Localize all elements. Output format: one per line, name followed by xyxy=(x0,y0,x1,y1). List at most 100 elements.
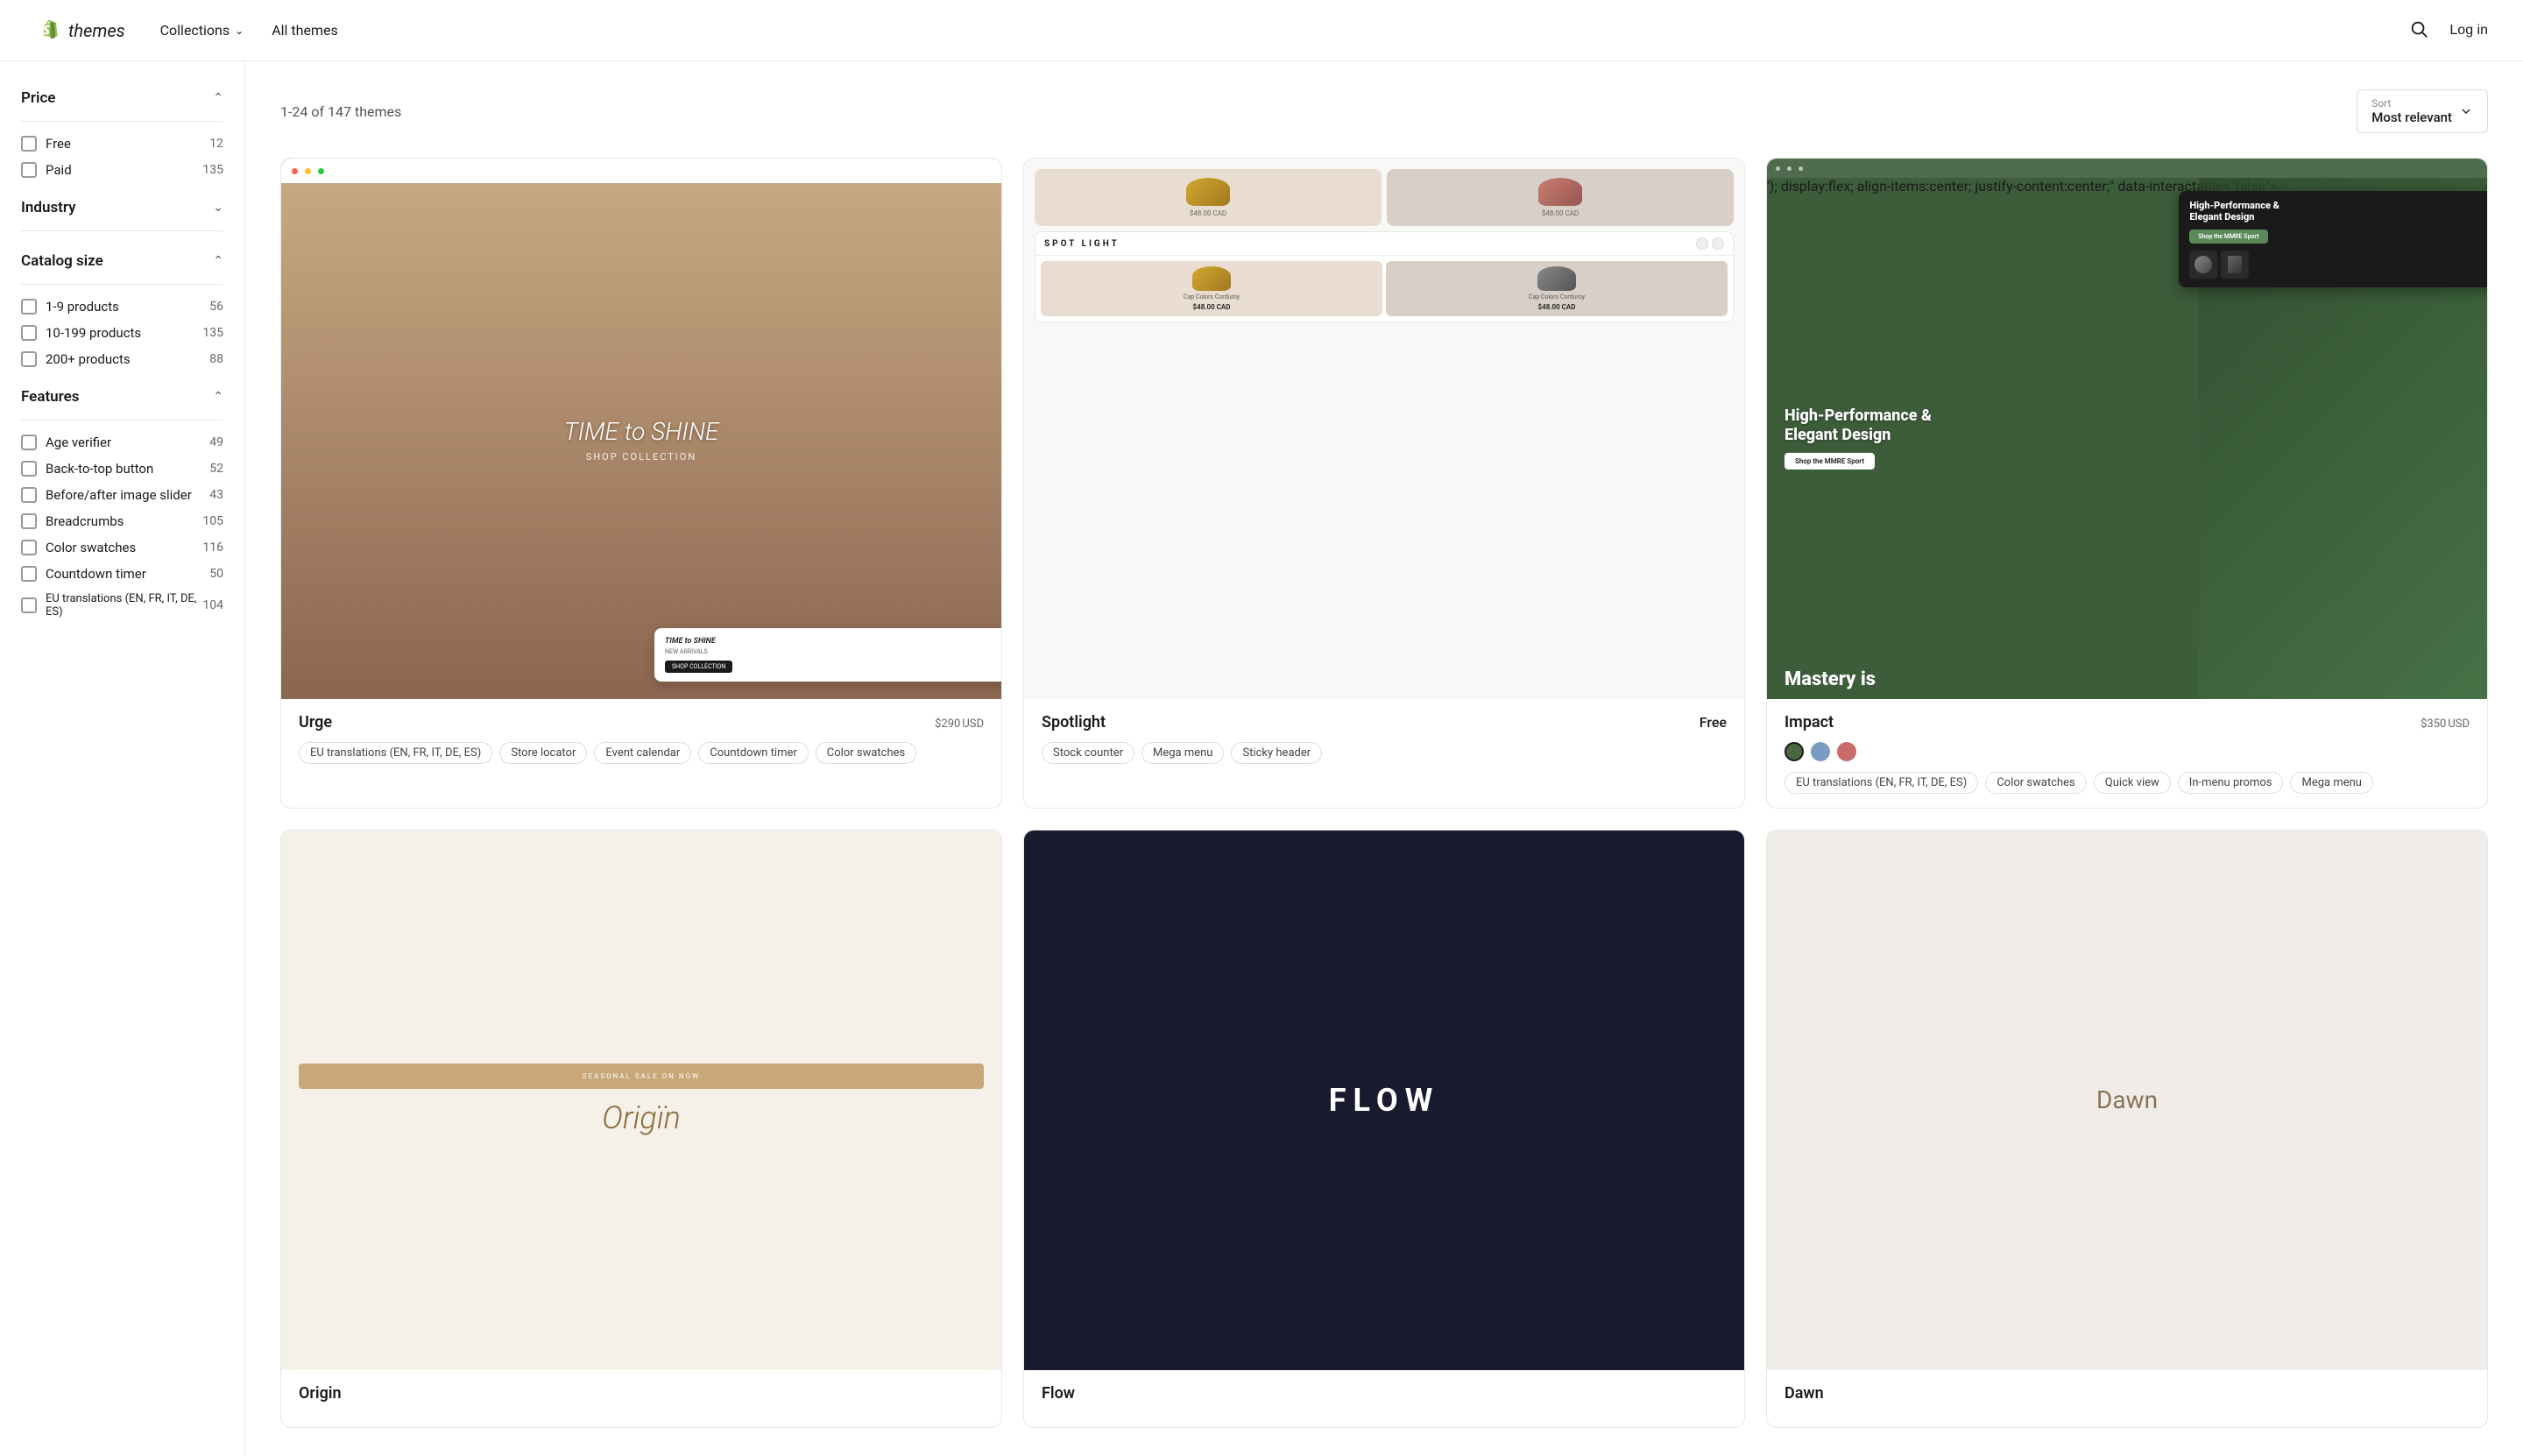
tag-event-calendar: Event calendar xyxy=(594,742,691,764)
origin-info: Origin xyxy=(281,1370,1001,1427)
theme-card-flow[interactable]: FLOW Flow xyxy=(1023,830,1745,1429)
header-actions: Log in xyxy=(2409,19,2488,41)
theme-card-spotlight[interactable]: $48.00 CAD $48.00 CAD SPOT LIGHT xyxy=(1023,158,1745,809)
themes-grid: TIME to SHINE SHOP COLLECTION TIME to SH… xyxy=(280,158,2488,1428)
urge-preview: TIME to SHINE SHOP COLLECTION TIME to SH… xyxy=(281,159,1001,699)
10-199-products-option: 10-199 products 135 xyxy=(21,325,223,341)
impact-nav-dot-2 xyxy=(1787,166,1792,171)
tag-mega-menu: Mega menu xyxy=(1141,742,1224,764)
origin-preview: SEASONAL SALE ON NOW Origïn xyxy=(281,830,1001,1371)
industry-chevron-icon: ⌄ xyxy=(213,201,223,215)
free-option: Free 12 xyxy=(21,136,223,152)
impact-tags: EU translations (EN, FR, IT, DE, ES) Col… xyxy=(1784,772,2470,794)
tag-color-swatches-impact: Color swatches xyxy=(1985,772,2086,794)
paid-checkbox[interactable] xyxy=(21,162,37,178)
results-count: 1-24 of 147 themes xyxy=(280,103,401,120)
catalog-size-divider xyxy=(21,284,223,285)
search-button[interactable] xyxy=(2409,19,2428,41)
content-toolbar: 1-24 of 147 themes Sort Most relevant xyxy=(280,89,2488,133)
price-chevron-icon: ⌃ xyxy=(213,91,223,105)
shopify-logo-icon xyxy=(35,18,61,44)
spotlight-preview: $48.00 CAD $48.00 CAD SPOT LIGHT xyxy=(1024,159,1744,699)
spotlight-info: Spotlight Free Stock counter Mega menu S… xyxy=(1024,699,1744,778)
tag-countdown-timer: Countdown timer xyxy=(698,742,809,764)
color-swatch-blue[interactable] xyxy=(1811,742,1830,761)
tag-color-swatches: Color swatches xyxy=(816,742,916,764)
urge-info: Urge $290USD EU translations (EN, FR, IT… xyxy=(281,699,1001,778)
1-9-checkbox[interactable] xyxy=(21,299,37,315)
features-filter-section: Features ⌃ Age verifier 49 Back-to-top b… xyxy=(21,388,223,618)
color-swatch-red[interactable] xyxy=(1837,742,1856,761)
urge-tags: EU translations (EN, FR, IT, DE, ES) Sto… xyxy=(299,742,984,764)
sort-chevron-icon xyxy=(2459,104,2473,118)
tag-sticky-header: Sticky header xyxy=(1231,742,1322,764)
200plus-checkbox[interactable] xyxy=(21,351,37,367)
header-nav: Collections ⌄ All themes xyxy=(160,22,2410,39)
eu-translations-option: EU translations (EN, FR, IT, DE, ES) 104 xyxy=(21,592,223,618)
price-filter-header[interactable]: Price ⌃ xyxy=(21,89,223,121)
price-filter-section: Price ⌃ Free 12 Paid 135 xyxy=(21,89,223,178)
flow-preview: FLOW xyxy=(1024,830,1744,1371)
color-swatches-option: Color swatches 116 xyxy=(21,540,223,555)
window-dot-green xyxy=(318,168,324,174)
impact-color-swatches xyxy=(1784,742,2470,761)
color-swatches-checkbox[interactable] xyxy=(21,540,37,555)
countdown-timer-option: Countdown timer 50 xyxy=(21,566,223,582)
tag-in-menu-promos: In-menu promos xyxy=(2178,772,2284,794)
before-after-option: Before/after image slider 43 xyxy=(21,487,223,503)
impact-nav-dot-1 xyxy=(1776,166,1780,171)
countdown-timer-checkbox[interactable] xyxy=(21,566,37,582)
impact-nav-dot-3 xyxy=(1799,166,1803,171)
header: themes Collections ⌄ All themes Log in xyxy=(0,0,2523,61)
sidebar: Price ⌃ Free 12 Paid 135 xyxy=(0,61,245,1456)
theme-card-urge[interactable]: TIME to SHINE SHOP COLLECTION TIME to SH… xyxy=(280,158,1002,809)
industry-filter-header[interactable]: Industry ⌄ xyxy=(21,199,223,230)
sort-dropdown[interactable]: Sort Most relevant xyxy=(2357,89,2488,133)
paid-option: Paid 135 xyxy=(21,162,223,178)
features-divider xyxy=(21,420,223,421)
dawn-preview: Dawn xyxy=(1767,830,2487,1371)
collections-nav[interactable]: Collections ⌄ xyxy=(160,22,244,39)
200plus-products-option: 200+ products 88 xyxy=(21,351,223,367)
10-199-checkbox[interactable] xyxy=(21,325,37,341)
chevron-down-icon: ⌄ xyxy=(235,25,244,37)
age-verifier-option: Age verifier 49 xyxy=(21,435,223,450)
theme-card-dawn[interactable]: Dawn Dawn xyxy=(1766,830,2488,1429)
tag-store-locator: Store locator xyxy=(499,742,587,764)
back-to-top-checkbox[interactable] xyxy=(21,461,37,477)
age-verifier-checkbox[interactable] xyxy=(21,435,37,450)
free-checkbox[interactable] xyxy=(21,136,37,152)
main-content: 1-24 of 147 themes Sort Most relevant xyxy=(245,61,2523,1456)
dawn-info: Dawn xyxy=(1767,1370,2487,1427)
tag-eu-translations-impact: EU translations (EN, FR, IT, DE, ES) xyxy=(1784,772,1978,794)
login-button[interactable]: Log in xyxy=(2449,23,2488,39)
catalog-size-filter-header[interactable]: Catalog size ⌃ xyxy=(21,252,223,284)
breadcrumbs-option: Breadcrumbs 105 xyxy=(21,513,223,529)
price-divider xyxy=(21,121,223,122)
tag-stock-counter: Stock counter xyxy=(1042,742,1134,764)
logo-text: themes xyxy=(68,20,125,41)
features-chevron-icon: ⌃ xyxy=(213,390,223,404)
catalog-size-filter-section: Catalog size ⌃ 1-9 products 56 10-199 pr… xyxy=(21,252,223,367)
breadcrumbs-checkbox[interactable] xyxy=(21,513,37,529)
before-after-checkbox[interactable] xyxy=(21,487,37,503)
all-themes-nav[interactable]: All themes xyxy=(272,22,338,39)
tag-mega-menu-impact: Mega menu xyxy=(2290,772,2372,794)
catalog-size-chevron-icon: ⌃ xyxy=(213,254,223,268)
1-9-products-option: 1-9 products 56 xyxy=(21,299,223,315)
features-filter-header[interactable]: Features ⌃ xyxy=(21,388,223,420)
spotlight-tags: Stock counter Mega menu Sticky header xyxy=(1042,742,1727,764)
industry-filter-section: Industry ⌄ xyxy=(21,199,223,231)
theme-card-origin[interactable]: SEASONAL SALE ON NOW Origïn Origin xyxy=(280,830,1002,1429)
impact-info: Impact $350USD EU translations (EN, FR, … xyxy=(1767,699,2487,808)
theme-card-impact[interactable]: '); display:flex; align-items:center; ju… xyxy=(1766,158,2488,809)
color-swatch-green[interactable] xyxy=(1784,742,1804,761)
eu-translations-checkbox[interactable] xyxy=(21,597,37,613)
tag-quick-view: Quick view xyxy=(2094,772,2171,794)
search-icon xyxy=(2409,19,2428,39)
logo[interactable]: themes xyxy=(35,18,125,44)
window-dot-red xyxy=(292,168,298,174)
industry-divider xyxy=(21,230,223,231)
page-layout: Price ⌃ Free 12 Paid 135 xyxy=(0,61,2523,1456)
tag-eu-translations: EU translations (EN, FR, IT, DE, ES) xyxy=(299,742,492,764)
